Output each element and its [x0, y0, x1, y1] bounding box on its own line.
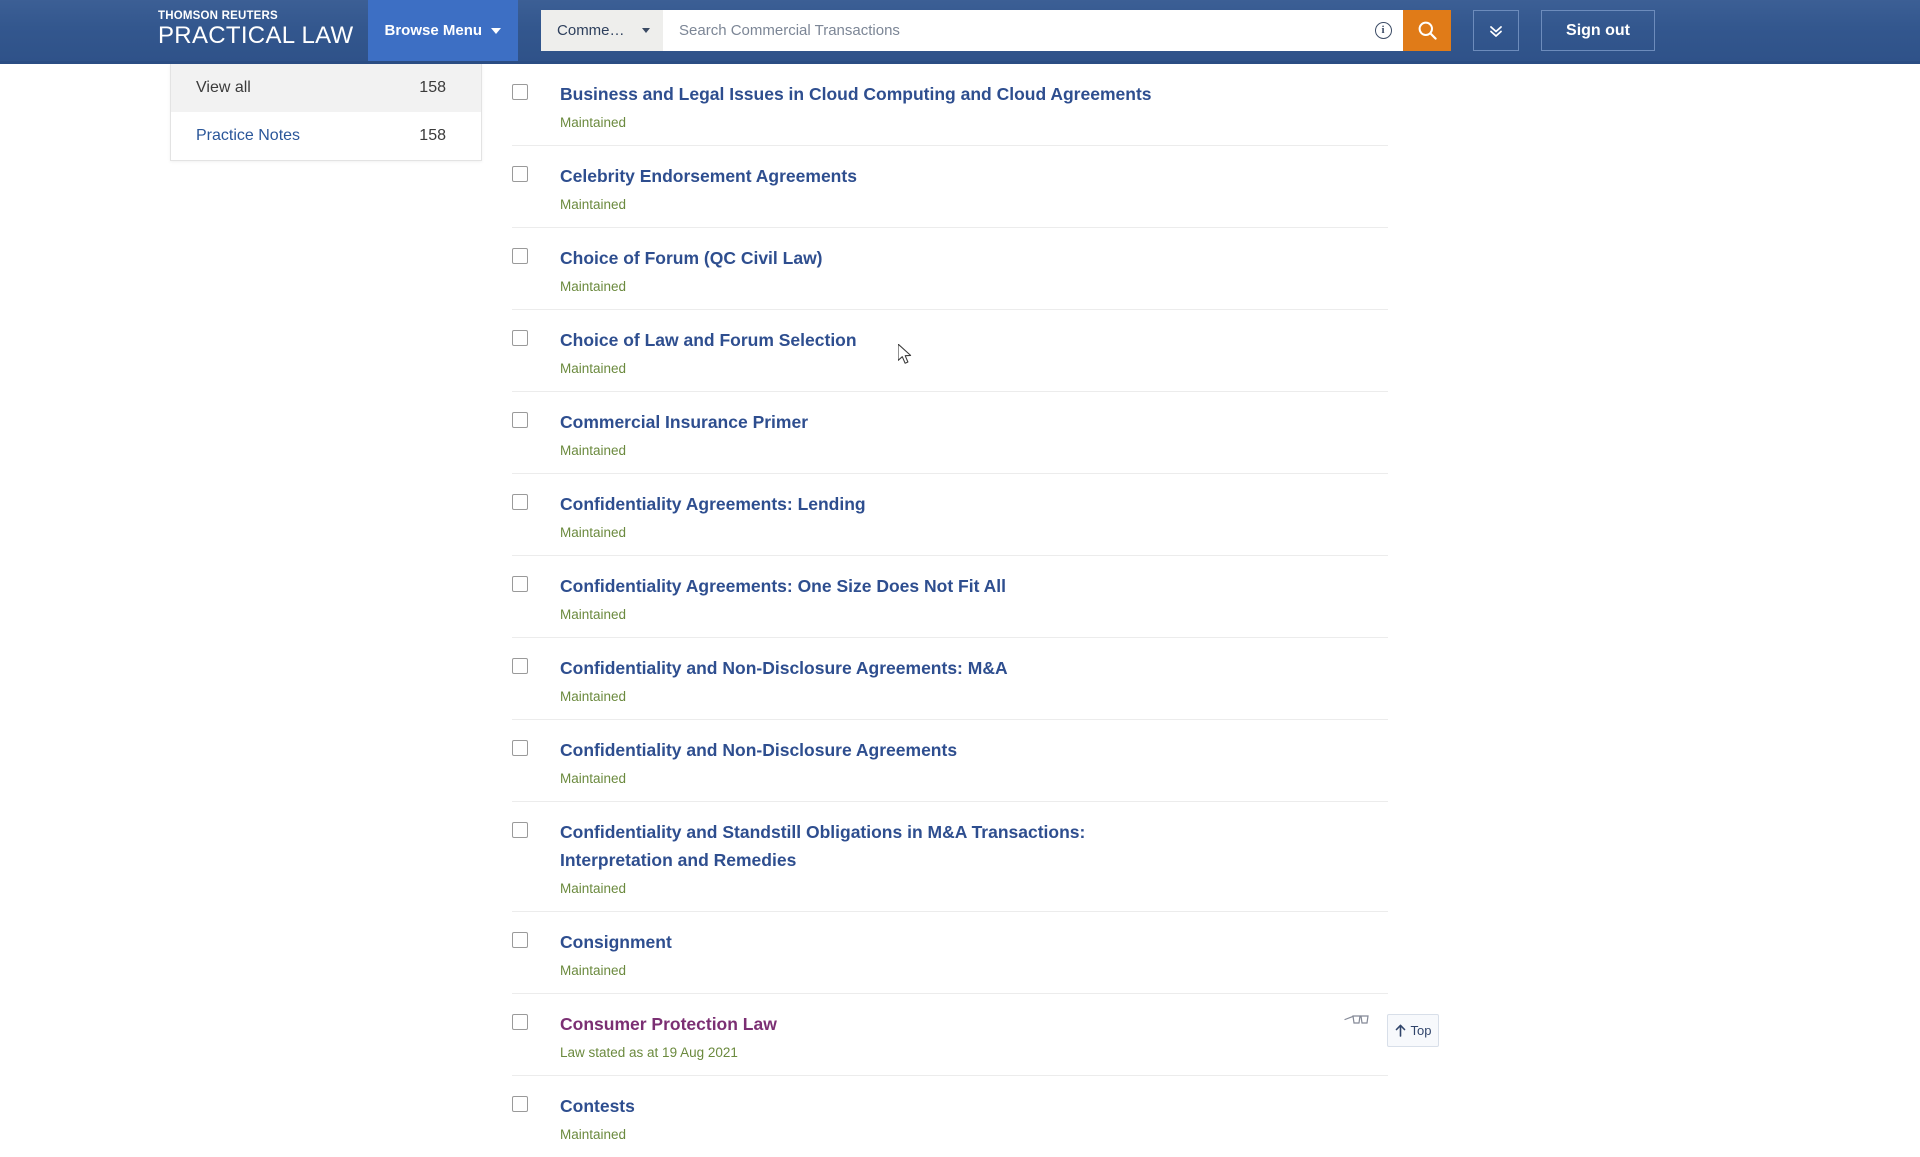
- result-title-link[interactable]: Confidentiality and Non-Disclosure Agree…: [560, 654, 1008, 682]
- result-status: Maintained: [560, 1127, 627, 1142]
- result-title-link[interactable]: Confidentiality and Standstill Obligatio…: [560, 818, 1200, 874]
- search-info-button[interactable]: i: [1363, 10, 1404, 51]
- result-status: Maintained: [560, 607, 627, 622]
- result-body: Consignment Maintained: [560, 928, 1388, 979]
- result-row: Confidentiality and Standstill Obligatio…: [512, 802, 1388, 912]
- result-body: Confidentiality and Non-Disclosure Agree…: [560, 736, 1388, 787]
- result-checkbox[interactable]: [512, 576, 528, 592]
- result-row: Confidentiality and Non-Disclosure Agree…: [512, 720, 1388, 802]
- result-title-link[interactable]: Confidentiality Agreements: One Size Doe…: [560, 572, 1006, 600]
- result-body: Choice of Forum (QC Civil Law) Maintained: [560, 244, 1388, 295]
- result-body: Business and Legal Issues in Cloud Compu…: [560, 80, 1388, 131]
- chevron-down-icon: [642, 28, 651, 33]
- search-bar: Commercial Transact… i: [541, 10, 1452, 51]
- result-status: Maintained: [560, 279, 627, 294]
- double-chevron-down-icon: [1490, 25, 1502, 37]
- result-row: Confidentiality Agreements: One Size Doe…: [512, 556, 1388, 638]
- viewed-glasses-icon: [1344, 1015, 1369, 1024]
- header-inner: THOMSON REUTERS PRACTICAL LAW Browse Men…: [0, 0, 1920, 61]
- result-title-link[interactable]: Contests: [560, 1092, 635, 1120]
- result-row: Celebrity Endorsement Agreements Maintain…: [512, 146, 1388, 228]
- result-status: Maintained: [560, 689, 627, 704]
- result-title-link[interactable]: Consignment: [560, 928, 672, 956]
- result-checkbox[interactable]: [512, 412, 528, 428]
- result-title-link[interactable]: Commercial Insurance Primer: [560, 408, 808, 436]
- chevron-down-icon: [491, 27, 502, 34]
- result-row: Choice of Forum (QC Civil Law) Maintained: [512, 228, 1388, 310]
- result-body: Confidentiality Agreements: One Size Doe…: [560, 572, 1388, 623]
- result-body: Choice of Law and Forum Selection Maintai…: [560, 326, 1388, 377]
- back-to-top-label: Top: [1410, 1023, 1432, 1038]
- result-row: Confidentiality Agreements: Lending Maint…: [512, 474, 1388, 556]
- result-checkbox[interactable]: [512, 248, 528, 264]
- result-row: Confidentiality and Non-Disclosure Agree…: [512, 638, 1388, 720]
- result-body: Confidentiality and Non-Disclosure Agree…: [560, 654, 1388, 705]
- brand-logo-bottom: PRACTICAL LAW: [158, 22, 354, 49]
- result-checkbox[interactable]: [512, 1014, 528, 1030]
- browse-menu-button[interactable]: Browse Menu: [367, 0, 519, 61]
- result-row: Consumer Protection Law Law stated as at …: [512, 994, 1388, 1076]
- result-checkbox[interactable]: [512, 658, 528, 674]
- result-status: Maintained: [560, 361, 627, 376]
- result-title-link[interactable]: Confidentiality and Non-Disclosure Agree…: [560, 736, 957, 764]
- arrow-up-icon: [1395, 1024, 1405, 1037]
- result-checkbox[interactable]: [512, 932, 528, 948]
- search-scope-dropdown[interactable]: Commercial Transact…: [541, 10, 664, 51]
- result-body: Confidentiality and Standstill Obligatio…: [560, 818, 1388, 897]
- result-row: Choice of Law and Forum Selection Maintai…: [512, 310, 1388, 392]
- result-row: Commercial Insurance Primer Maintained: [512, 392, 1388, 474]
- result-body: Confidentiality Agreements: Lending Maint…: [560, 490, 1388, 541]
- search-submit-button[interactable]: [1403, 10, 1452, 51]
- result-checkbox[interactable]: [512, 166, 528, 182]
- browse-menu-label: Browse Menu: [384, 22, 483, 39]
- result-row: Business and Legal Issues in Cloud Compu…: [512, 64, 1388, 146]
- result-checkbox[interactable]: [512, 330, 528, 346]
- result-status: Maintained: [560, 881, 627, 896]
- result-title-link[interactable]: Business and Legal Issues in Cloud Compu…: [560, 80, 1152, 108]
- result-status: Maintained: [560, 197, 627, 212]
- result-checkbox[interactable]: [512, 494, 528, 510]
- result-status: Maintained: [560, 771, 627, 786]
- result-title-link[interactable]: Consumer Protection Law: [560, 1010, 777, 1038]
- result-checkbox[interactable]: [512, 822, 528, 838]
- result-row: Consignment Maintained: [512, 912, 1388, 994]
- result-row: Contests Maintained: [512, 1076, 1388, 1157]
- result-status: Maintained: [560, 963, 627, 978]
- result-status: Maintained: [560, 525, 627, 540]
- result-status: Maintained: [560, 443, 627, 458]
- result-checkbox[interactable]: [512, 84, 528, 100]
- result-status: Law stated as at 19 Aug 2021: [560, 1045, 738, 1060]
- search-icon: [1418, 21, 1437, 40]
- info-icon: i: [1374, 22, 1392, 39]
- result-title-link[interactable]: Choice of Forum (QC Civil Law): [560, 244, 823, 272]
- result-checkbox[interactable]: [512, 740, 528, 756]
- result-checkbox[interactable]: [512, 1096, 528, 1112]
- back-to-top-button[interactable]: Top: [1387, 1014, 1439, 1047]
- result-title-link[interactable]: Choice of Law and Forum Selection: [560, 326, 857, 354]
- brand-logo[interactable]: THOMSON REUTERS PRACTICAL LAW: [158, 10, 354, 51]
- result-status: Maintained: [560, 115, 627, 130]
- result-title-link[interactable]: Celebrity Endorsement Agreements: [560, 162, 857, 190]
- result-body: Celebrity Endorsement Agreements Maintain…: [560, 162, 1388, 213]
- results-list: Business and Legal Issues in Cloud Compu…: [0, 64, 1920, 1157]
- search-scope-label: Commercial Transact…: [557, 22, 626, 39]
- search-input[interactable]: [663, 10, 1364, 51]
- sign-out-button[interactable]: Sign out: [1541, 10, 1655, 51]
- result-body: Contests Maintained: [560, 1092, 1388, 1143]
- expand-toolbar-button[interactable]: [1473, 10, 1520, 51]
- result-body: Commercial Insurance Primer Maintained: [560, 408, 1388, 459]
- result-title-link[interactable]: Confidentiality Agreements: Lending: [560, 490, 866, 518]
- result-body: Consumer Protection Law Law stated as at …: [560, 1010, 1388, 1061]
- app-header: THOMSON REUTERS PRACTICAL LAW Browse Men…: [0, 0, 1920, 64]
